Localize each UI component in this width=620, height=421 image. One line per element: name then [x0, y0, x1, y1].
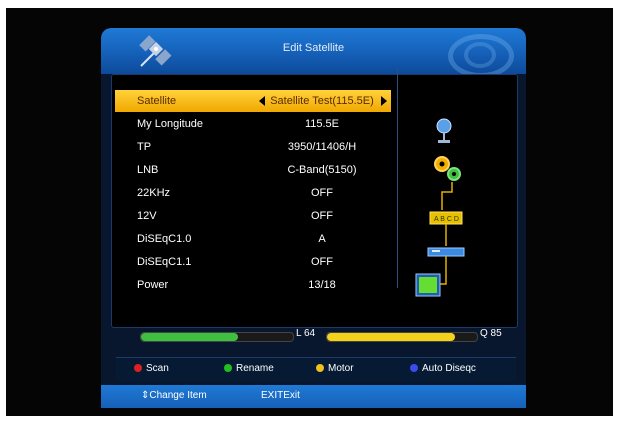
menu-row-power[interactable]: Power 13/18 [115, 274, 391, 296]
menu-row-label: My Longitude [137, 118, 204, 130]
green-key-icon [224, 364, 232, 372]
menu-row-value: 3950/11406/H [287, 141, 357, 153]
yellow-key-icon [316, 364, 324, 372]
svg-text:A B C D: A B C D [434, 216, 459, 223]
auto-diseqc-key-label: Auto Diseqc [422, 363, 476, 374]
scan-key[interactable]: Scan [134, 363, 169, 374]
gears-icon [434, 156, 461, 181]
menu-row-tp[interactable]: TP 3950/11406/H [115, 136, 391, 158]
scan-key-label: Scan [146, 363, 169, 374]
red-key-icon [134, 364, 142, 372]
menu-row-value: OFF [311, 256, 333, 268]
change-item-label: Change Item [149, 390, 207, 401]
menu-row-label: TP [137, 141, 152, 153]
signal-quality-bar [326, 332, 478, 342]
signal-path-diagram: A B C D [415, 118, 465, 297]
tv-icon [415, 273, 441, 297]
menu-row-label: Satellite [137, 95, 177, 107]
receiver-icon [427, 247, 465, 257]
menu-row-diseqc1-1[interactable]: DiSEqC1.1 OFF [115, 251, 391, 273]
rename-key-label: Rename [236, 363, 274, 374]
signal-quality-label: Q 85 [480, 328, 502, 339]
menu-row-value: A [318, 233, 326, 245]
menu-row-label: Power [137, 279, 169, 291]
footer-bar: ⇕Change Item EXITExit [101, 385, 526, 408]
signal-level-label: L 64 [296, 328, 316, 339]
menu-row-label: DiSEqC1.1 [137, 256, 192, 268]
blue-key-icon [410, 364, 418, 372]
motor-key[interactable]: Motor [316, 363, 354, 374]
color-key-bar: Scan Rename Motor Auto Diseqc [116, 357, 516, 381]
motor-key-label: Motor [328, 363, 354, 374]
menu-row-label: 22KHz [137, 187, 171, 199]
menu-row-22khz[interactable]: 22KHz OFF [115, 182, 391, 204]
menu-row-value: OFF [311, 187, 333, 199]
divider [397, 68, 398, 288]
signal-level-bar [140, 332, 294, 342]
signal-quality-fill [327, 333, 455, 341]
menu-row-my-longitude[interactable]: My Longitude 115.5E [115, 113, 391, 135]
menu-row-value: 13/18 [308, 279, 336, 291]
menu-row-label: DiSEqC1.0 [137, 233, 192, 245]
menu-row-label: LNB [137, 164, 159, 176]
brand-swirl-inner-icon [464, 42, 496, 68]
menu-row-value: C-Band(5150) [287, 164, 357, 176]
menu-row-value: 115.5E [304, 118, 340, 130]
menu-row-diseqc1-0[interactable]: DiSEqC1.0 A [115, 228, 391, 250]
switch-abcd-icon: A B C D [429, 211, 463, 225]
signal-level-fill [141, 333, 239, 341]
change-item-hint: ⇕Change Item [141, 390, 207, 401]
satellite-dish-icon [436, 118, 452, 143]
menu-row-12v[interactable]: 12V OFF [115, 205, 391, 227]
exit-hint: EXITExit [261, 390, 300, 401]
arrow-right-icon[interactable] [381, 96, 387, 106]
menu-row-label: 12V [137, 210, 157, 222]
menu-row-value: OFF [311, 210, 333, 222]
arrow-left-icon[interactable] [259, 96, 265, 106]
menu-row-satellite[interactable]: Satellite Satellite Test(115.5E) [115, 90, 391, 112]
auto-diseqc-key[interactable]: Auto Diseqc [410, 363, 476, 374]
menu-row-value: Satellite Test(115.5E) [270, 95, 374, 107]
menu-row-lnb[interactable]: LNB C-Band(5150) [115, 159, 391, 181]
header-bar: Edit Satellite [101, 28, 526, 78]
rename-key[interactable]: Rename [224, 363, 274, 374]
